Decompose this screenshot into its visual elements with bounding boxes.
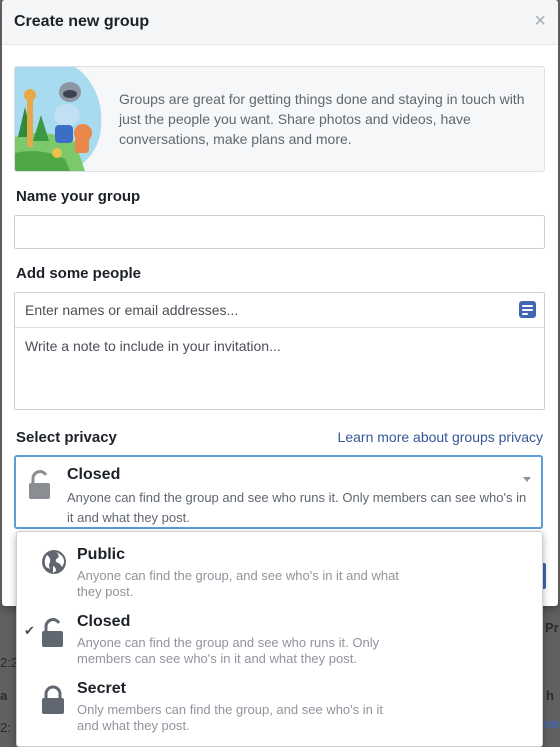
unlock-icon xyxy=(29,470,50,499)
option-description: Anyone can find the group and see who ru… xyxy=(77,635,380,666)
people-placeholder: Enter names or email addresses... xyxy=(25,302,239,318)
name-group-label: Name your group xyxy=(16,188,141,205)
people-input[interactable]: Enter names or email addresses... xyxy=(15,293,544,328)
people-box: Enter names or email addresses... Write … xyxy=(14,292,545,410)
dialog-header: Create new group × xyxy=(2,0,558,45)
close-icon[interactable]: × xyxy=(534,11,546,31)
privacy-option-public[interactable]: Public Anyone can find the group, and se… xyxy=(17,535,542,601)
note-icon[interactable] xyxy=(519,301,536,318)
add-people-label: Add some people xyxy=(16,265,142,282)
privacy-option-secret[interactable]: Secret Only members can find the group, … xyxy=(17,669,542,735)
invitation-note-textarea[interactable]: Write a note to include in your invitati… xyxy=(25,338,281,354)
option-title: Secret xyxy=(77,680,126,697)
option-title: Closed xyxy=(77,613,131,630)
privacy-option-closed[interactable]: ✔ Closed Anyone can find the group and s… xyxy=(17,602,542,668)
animals-illustration xyxy=(15,67,103,171)
lock-icon xyxy=(42,685,64,714)
background-text: Pr xyxy=(545,620,559,635)
privacy-dropdown-menu: Public Anyone can find the group, and se… xyxy=(16,531,543,747)
learn-more-link[interactable]: Learn more about groups privacy xyxy=(338,429,543,445)
group-name-input[interactable] xyxy=(14,215,545,249)
background-text: h xyxy=(546,688,554,703)
option-description: Anyone can find the group, and see who's… xyxy=(77,568,399,599)
check-icon: ✔ xyxy=(24,623,35,638)
globe-icon xyxy=(42,550,66,574)
privacy-selected-description: Anyone can find the group and see who ru… xyxy=(67,490,527,525)
unlock-icon xyxy=(42,618,63,647)
dialog-title: Create new group xyxy=(14,13,150,30)
option-description: Only members can find the group, and see… xyxy=(77,702,383,733)
background-text: 2: xyxy=(0,720,11,735)
chevron-down-icon xyxy=(523,477,531,482)
intro-banner: Groups are great for getting things done… xyxy=(14,66,545,172)
intro-text: Groups are great for getting things done… xyxy=(119,91,525,147)
background-text: a xyxy=(0,688,8,703)
background-text: ne xyxy=(544,716,560,731)
privacy-selected-title: Closed xyxy=(67,466,121,483)
option-title: Public xyxy=(77,546,126,563)
privacy-select[interactable]: Closed Anyone can find the group and see… xyxy=(14,455,543,529)
select-privacy-label: Select privacy xyxy=(16,429,117,446)
create-group-dialog: Create new group × Groups are great for … xyxy=(2,0,558,606)
